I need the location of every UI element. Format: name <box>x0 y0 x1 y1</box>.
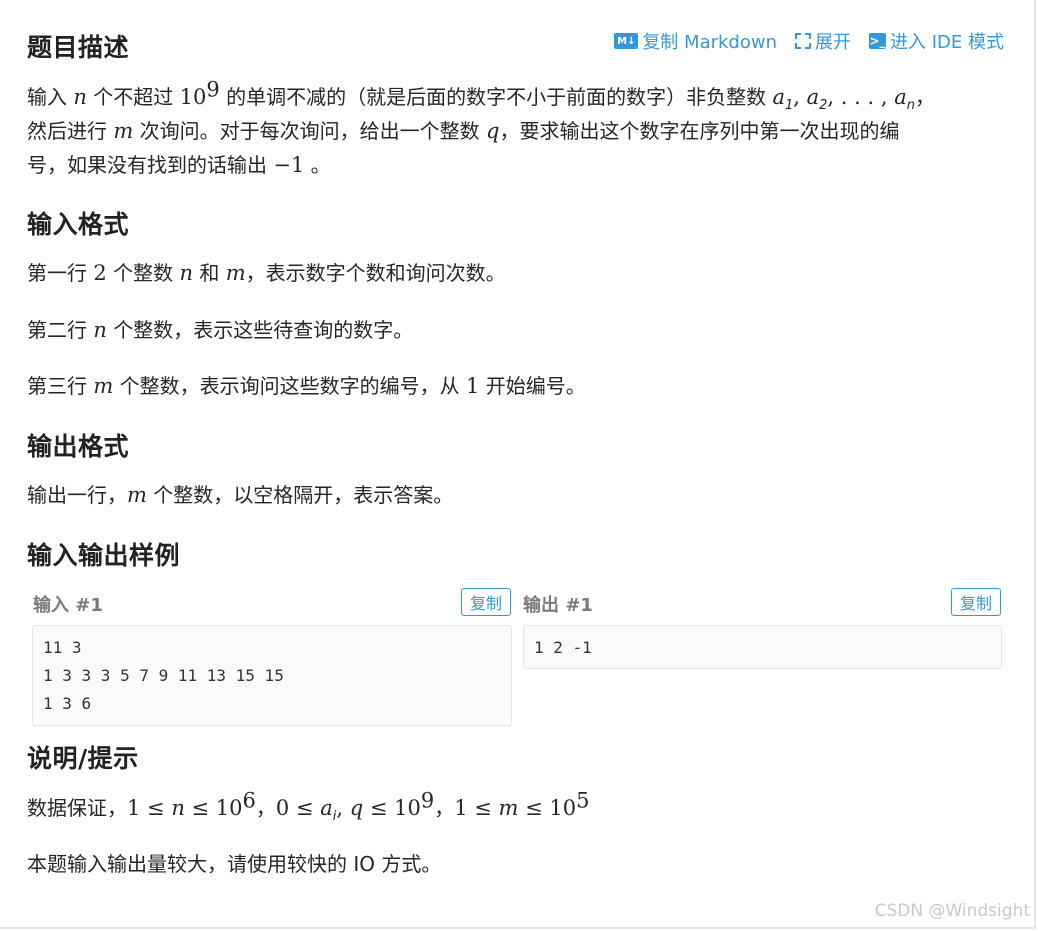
ide-mode-label: 进入 IDE 模式 <box>890 32 1004 53</box>
hint-constraints: 数据保证，1 ≤ n ≤ 106，0 ≤ ai, q ≤ 109，1 ≤ m ≤… <box>27 788 590 824</box>
copy-markdown-label: 复制 Markdown <box>642 32 777 53</box>
section-title-input-format: 输入格式 <box>27 210 130 239</box>
sample-input-line: 11 3 <box>43 638 82 657</box>
copy-input-button[interactable]: 复制 <box>461 588 511 616</box>
expand-label: 展开 <box>815 32 851 53</box>
sample-input-line: 1 3 6 <box>43 694 92 713</box>
terminal-icon: >_ <box>869 33 886 49</box>
copy-output-button[interactable]: 复制 <box>951 588 1001 616</box>
section-title-output-format: 输出格式 <box>27 432 130 461</box>
sample-input-box[interactable]: 11 3 1 3 3 3 5 7 9 11 13 15 15 1 3 6 <box>32 625 512 726</box>
description-line-2: 然后进行 m 次询问。对于每次询问，给出一个整数 q，要求输出这个数字在序列中第… <box>27 119 900 143</box>
section-title-description: 题目描述 <box>27 33 130 62</box>
sample-output-label: 输出 #1 <box>523 595 593 616</box>
input-format-line-3: 第三行 m 个整数，表示询问这些数字的编号，从 1 开始编号。 <box>27 374 586 398</box>
output-format-line: 输出一行，m 个整数，以空格隔开，表示答案。 <box>27 483 454 507</box>
watermark: CSDN @Windsight <box>874 901 1030 921</box>
copy-markdown-link[interactable]: M↓ 复制 Markdown <box>614 28 777 54</box>
section-title-samples: 输入输出样例 <box>27 541 181 570</box>
var-n: n <box>73 85 87 109</box>
sample-input-line: 1 3 3 3 5 7 9 11 13 15 15 <box>43 666 284 685</box>
input-format-line-1: 第一行 2 个整数 n 和 m，表示数字个数和询问次数。 <box>27 261 506 285</box>
problem-card: 题目描述 M↓ 复制 Markdown 展开 >_ 进入 IDE 模式 输入 n… <box>0 0 1036 929</box>
sample-output-box[interactable]: 1 2 -1 <box>523 625 1002 669</box>
input-format-line-2: 第二行 n 个整数，表示这些待查询的数字。 <box>27 318 414 342</box>
section-title-hint: 说明/提示 <box>27 744 139 773</box>
expand-link[interactable]: 展开 <box>795 28 851 54</box>
ide-mode-link[interactable]: >_ 进入 IDE 模式 <box>869 28 1004 54</box>
sample-output-line: 1 2 -1 <box>534 638 592 657</box>
hint-io-note: 本题输入输出量较大，请使用较快的 IO 方式。 <box>27 852 442 876</box>
expand-icon <box>795 33 811 49</box>
sample-input-label: 输入 #1 <box>33 595 103 616</box>
markdown-icon: M↓ <box>614 33 639 49</box>
description-line-1: 输入 n 个不超过 109 的单调不减的（就是后面的数字不小于前面的数字）非负整… <box>27 77 935 113</box>
description-line-3: 号，如果没有找到的话输出 −1 。 <box>27 153 331 177</box>
description-block: 输入 n 个不超过 109 的单调不减的（就是后面的数字不小于前面的数字）非负整… <box>27 77 1007 182</box>
toolbar-links: M↓ 复制 Markdown 展开 >_ 进入 IDE 模式 <box>614 28 1004 54</box>
